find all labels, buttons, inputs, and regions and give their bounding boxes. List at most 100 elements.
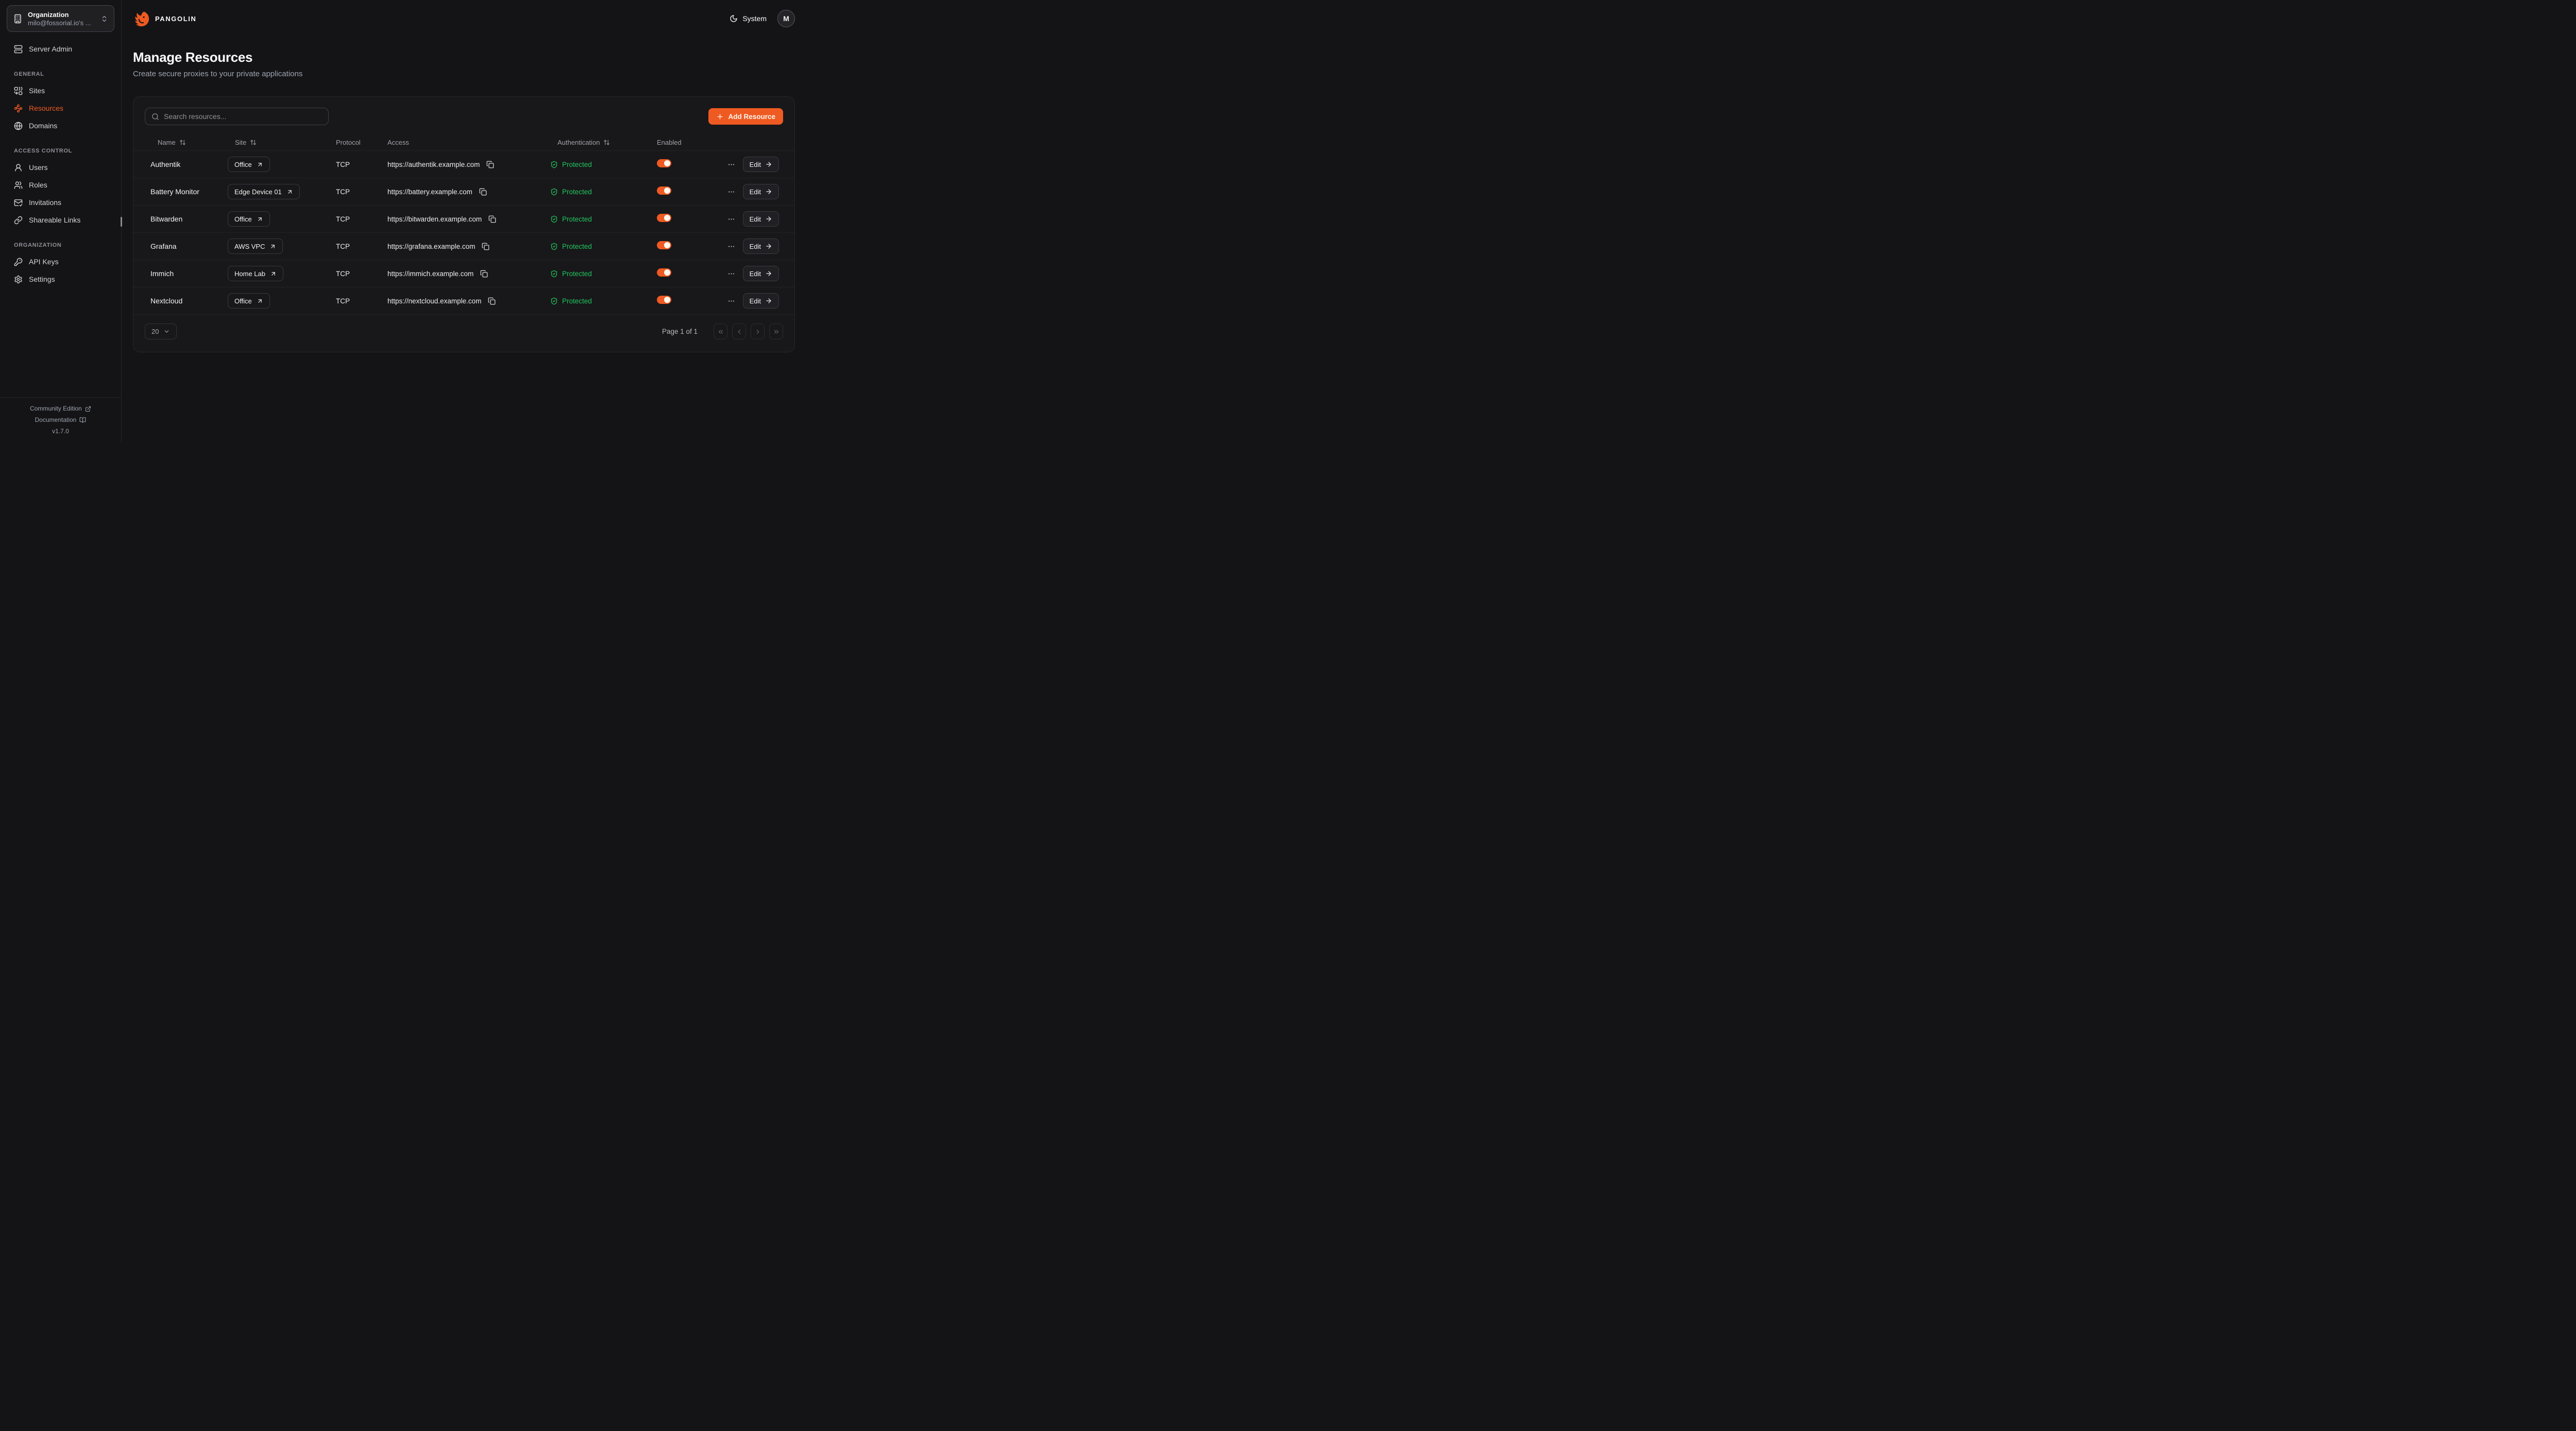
chevrons-up-down-icon	[100, 15, 108, 23]
edit-resource-button[interactable]: Edit	[743, 157, 779, 172]
add-resource-button[interactable]: Add Resource	[708, 108, 783, 125]
site-link-button[interactable]: Office	[228, 211, 270, 227]
combine-icon	[14, 87, 23, 95]
sidebar-item-server-admin[interactable]: Server Admin	[7, 40, 114, 58]
sidebar-item-label: Resources	[29, 104, 63, 112]
authentication-status: Protected	[562, 215, 592, 223]
row-more-options-button[interactable]	[726, 242, 736, 251]
sidebar-item-domains[interactable]: Users Domains	[7, 117, 114, 134]
copy-url-button[interactable]	[478, 187, 488, 197]
site-link-button[interactable]: Edge Device 01	[228, 184, 300, 199]
arrow-up-right-icon	[269, 243, 276, 250]
arrow-up-right-icon	[286, 189, 293, 195]
resource-protocol: TCP	[336, 188, 387, 196]
org-selector-label: Organization	[28, 11, 95, 18]
resource-protocol: TCP	[336, 270, 387, 278]
resource-name: Authentik	[150, 160, 228, 168]
section-label-organization: ORGANIZATION	[7, 242, 114, 248]
site-name: Office	[234, 215, 252, 223]
copy-url-button[interactable]	[479, 269, 489, 279]
enabled-toggle[interactable]	[657, 159, 671, 167]
resource-url: https://bitwarden.example.com	[387, 215, 482, 223]
copy-icon	[479, 188, 487, 196]
resource-name: Bitwarden	[150, 215, 228, 223]
sidebar: Organization milo@fossorial.io's ... Ser…	[0, 0, 122, 442]
copy-url-button[interactable]	[481, 242, 490, 251]
copy-url-button[interactable]	[487, 296, 497, 306]
row-more-options-button[interactable]	[726, 296, 736, 306]
site-link-button[interactable]: AWS VPC	[228, 238, 283, 254]
sidebar-item-users[interactable]: Users	[7, 159, 114, 176]
first-page-button[interactable]	[714, 323, 727, 339]
previous-page-button[interactable]	[732, 323, 746, 339]
column-header-authentication: Authentication	[557, 139, 600, 146]
site-link-button[interactable]: Home Lab	[228, 266, 283, 281]
edit-resource-button[interactable]: Edit	[743, 211, 779, 227]
edit-resource-button[interactable]: Edit	[743, 293, 779, 309]
sort-by-site-button[interactable]: Site	[228, 135, 264, 149]
edit-resource-button[interactable]: Edit	[743, 184, 779, 199]
main-content: PANGOLIN System M Manage Resources Creat…	[122, 0, 808, 442]
enabled-toggle[interactable]	[657, 268, 671, 277]
copy-icon	[486, 161, 494, 168]
sidebar-item-shareable-links[interactable]: Shareable Links	[7, 211, 114, 229]
sidebar-item-roles[interactable]: Roles	[7, 176, 114, 194]
sidebar-item-api-keys[interactable]: API Keys	[7, 253, 114, 270]
documentation-link[interactable]: Documentation	[35, 415, 87, 425]
table-row: Nextcloud Office TCP https://nextcloud.e…	[133, 287, 794, 315]
external-link-icon	[85, 406, 91, 412]
sort-by-authentication-button[interactable]: Authentication	[550, 135, 617, 149]
enabled-toggle[interactable]	[657, 186, 671, 195]
site-link-button[interactable]: Office	[228, 293, 270, 309]
enabled-toggle[interactable]	[657, 214, 671, 222]
edit-resource-button[interactable]: Edit	[743, 266, 779, 281]
sidebar-footer: Community Edition Documentation v1.7.0	[0, 397, 121, 442]
community-edition-link[interactable]: Community Edition	[30, 403, 91, 414]
last-page-button[interactable]	[769, 323, 783, 339]
arrow-right-icon	[765, 297, 772, 304]
sidebar-item-resources[interactable]: Resources	[7, 99, 114, 117]
site-link-button[interactable]: Office	[228, 157, 270, 172]
resource-protocol: TCP	[336, 243, 387, 250]
sidebar-item-sites[interactable]: Sites	[7, 82, 114, 99]
edit-resource-button[interactable]: Edit	[743, 238, 779, 254]
search-box	[145, 108, 329, 125]
arrow-right-icon	[765, 215, 772, 223]
sidebar-item-settings[interactable]: Settings	[7, 270, 114, 288]
column-header-enabled: Enabled	[657, 139, 724, 146]
table-row: Battery Monitor Edge Device 01 TCP https…	[133, 178, 794, 206]
shield-check-icon	[550, 297, 558, 305]
sort-by-name-button[interactable]: Name	[150, 135, 193, 149]
avatar-initial: M	[783, 14, 789, 23]
enabled-toggle[interactable]	[657, 241, 671, 249]
row-more-options-button[interactable]	[726, 160, 736, 169]
row-more-options-button[interactable]	[726, 187, 736, 197]
resource-protocol: TCP	[336, 161, 387, 168]
chevron-down-icon	[163, 328, 170, 335]
search-input[interactable]	[164, 112, 322, 121]
theme-toggle-button[interactable]: System	[730, 14, 767, 23]
page-title: Manage Resources	[133, 49, 795, 65]
next-page-button[interactable]	[751, 323, 765, 339]
page-size-value: 20	[151, 328, 159, 335]
sidebar-item-invitations[interactable]: Invitations	[7, 194, 114, 211]
copy-icon	[480, 270, 488, 278]
row-more-options-button[interactable]	[726, 214, 736, 224]
edit-label: Edit	[750, 270, 761, 278]
sidebar-item-label: API Keys	[29, 258, 59, 266]
copy-icon	[488, 215, 496, 223]
column-header-name: Name	[158, 139, 176, 146]
topbar: PANGOLIN System M	[133, 0, 795, 37]
row-more-options-button[interactable]	[726, 269, 736, 279]
arrow-right-icon	[765, 161, 772, 168]
arrow-right-icon	[765, 188, 772, 195]
org-selector[interactable]: Organization milo@fossorial.io's ...	[7, 5, 114, 32]
copy-url-button[interactable]	[487, 214, 497, 224]
copy-url-button[interactable]	[485, 160, 495, 169]
enabled-toggle[interactable]	[657, 296, 671, 304]
page-size-select[interactable]: 20	[145, 323, 177, 339]
sidebar-resize-handle[interactable]	[121, 217, 122, 227]
edit-label: Edit	[750, 243, 761, 250]
arrow-up-right-icon	[257, 298, 263, 304]
avatar[interactable]: M	[777, 10, 795, 27]
